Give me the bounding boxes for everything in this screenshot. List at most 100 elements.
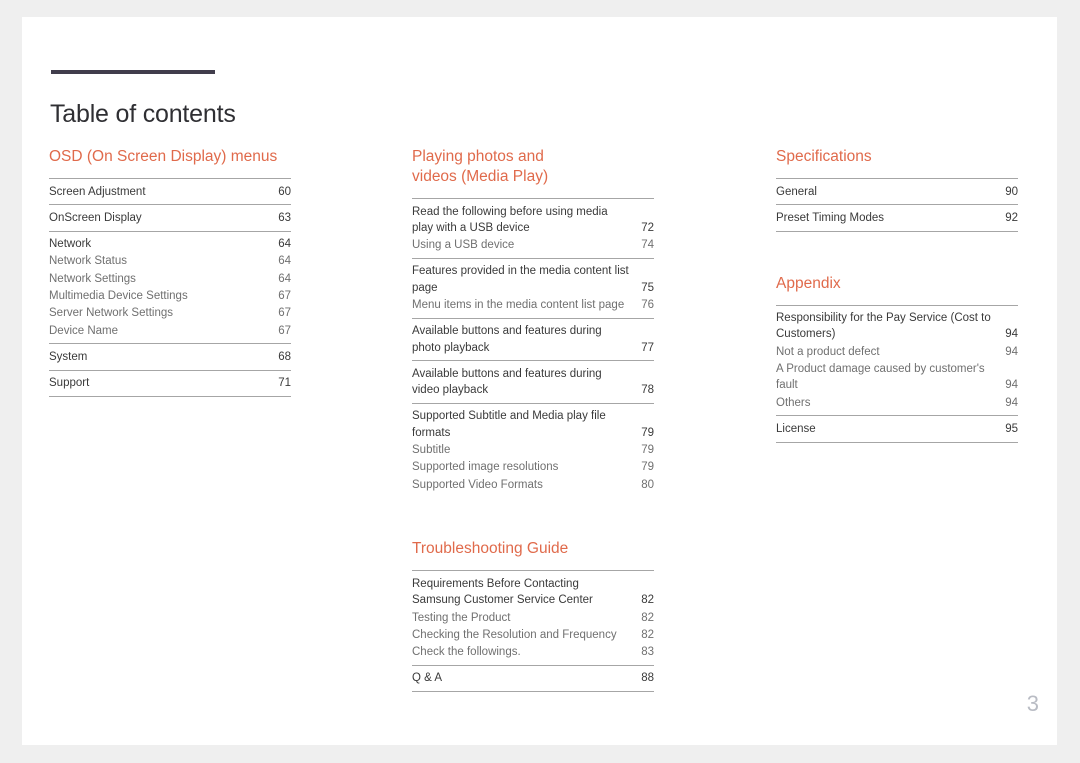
toc-entry-label: Available buttons and features during ph… bbox=[412, 325, 602, 354]
toc-entry-page-number: 94 bbox=[1005, 379, 1018, 392]
toc-entry-page-number: 72 bbox=[641, 221, 654, 234]
toc-entry-page-number: 67 bbox=[278, 289, 291, 302]
toc-entry-label: General bbox=[776, 185, 817, 198]
column-two: Playing photos and videos (Media Play) Re… bbox=[412, 147, 654, 693]
toc-entry[interactable]: OnScreen Display 63 bbox=[49, 209, 291, 226]
toc-entry[interactable]: Menu items in the media content list pag… bbox=[412, 296, 654, 313]
toc-entry-page-number: 64 bbox=[278, 255, 291, 268]
toc-entry[interactable]: Responsibility for the Pay Service (Cost… bbox=[776, 310, 1018, 344]
toc-group: System 68 bbox=[49, 343, 291, 369]
toc-entry[interactable]: Checking the Resolution and Frequency 82 bbox=[412, 626, 654, 643]
document-page: Table of contents OSD (On Screen Display… bbox=[22, 17, 1057, 745]
toc-entry[interactable]: Network Settings 64 bbox=[49, 270, 291, 287]
toc-entry-label: Checking the Resolution and Frequency bbox=[412, 628, 617, 641]
section-heading: Appendix bbox=[776, 274, 841, 292]
toc-entry-label: Available buttons and features during vi… bbox=[412, 367, 602, 397]
toc-entry-page-number: 77 bbox=[641, 341, 654, 354]
toc-entry[interactable]: Check the followings. 83 bbox=[412, 644, 654, 661]
toc-entry[interactable]: Testing the Product 82 bbox=[412, 609, 654, 626]
toc-entry-page-number: 79 bbox=[641, 444, 654, 457]
toc-entry-label: Device Name bbox=[49, 324, 119, 337]
toc-entry-label: Screen Adjustment bbox=[49, 185, 146, 198]
toc-entry-page-number: 79 bbox=[641, 461, 654, 474]
toc-entry[interactable]: Supported Video Formats 80 bbox=[412, 476, 654, 493]
toc-entry-page-number: 82 bbox=[641, 594, 654, 607]
toc-entry[interactable]: Features provided in the media content l… bbox=[412, 263, 654, 297]
toc-entry-label: Not a product defect bbox=[776, 345, 880, 358]
page-number: 3 bbox=[1026, 691, 1039, 716]
toc-entry-label: Others bbox=[776, 396, 811, 409]
toc-entry[interactable]: Available buttons and features during ph… bbox=[412, 323, 654, 357]
toc-entry[interactable]: Supported Subtitle and Media play file f… bbox=[412, 408, 654, 442]
toc-group: OnScreen Display 63 bbox=[49, 204, 291, 230]
toc-entry[interactable]: Requirements Before Contacting Samsung C… bbox=[412, 575, 654, 609]
toc-entry-page-number: 64 bbox=[278, 272, 291, 285]
toc-entry[interactable]: Server Network Settings 67 bbox=[49, 305, 291, 322]
toc-entry[interactable]: Screen Adjustment 60 bbox=[49, 183, 291, 200]
toc-entry-page-number: 94 bbox=[1005, 345, 1018, 358]
toc-entry[interactable]: Network 64 bbox=[49, 236, 291, 253]
toc-entry[interactable]: Support 71 bbox=[49, 375, 291, 392]
toc-entry[interactable]: Not a product defect 94 bbox=[776, 343, 1018, 360]
toc-entry[interactable]: System 68 bbox=[49, 348, 291, 365]
toc-entry-label: License bbox=[776, 422, 816, 435]
column-one: OSD (On Screen Display) menus Screen Adju… bbox=[49, 147, 291, 397]
toc-entry-page-number: 94 bbox=[1005, 396, 1018, 409]
toc-entry-label: Network Status bbox=[49, 255, 127, 268]
toc-entry-page-number: 88 bbox=[641, 672, 654, 685]
toc-entry-label: Supported Subtitle and Media play file f… bbox=[412, 410, 606, 439]
toc-entry-label: Network bbox=[49, 238, 92, 251]
toc-entry-page-number: 79 bbox=[641, 426, 654, 439]
toc-entry-page-number: 75 bbox=[641, 281, 654, 294]
toc-group: Requirements Before Contacting Samsung C… bbox=[412, 570, 654, 664]
toc-entry-page-number: 71 bbox=[278, 377, 291, 390]
toc-entry[interactable]: Network Status 64 bbox=[49, 253, 291, 270]
title-accent-rule bbox=[51, 70, 215, 74]
toc-entry-label: Network Settings bbox=[49, 272, 136, 285]
toc-group: Preset Timing Modes 92 bbox=[776, 204, 1018, 232]
toc-entry-page-number: 60 bbox=[278, 185, 291, 198]
toc-entry-page-number: 68 bbox=[278, 350, 291, 363]
toc-entry-page-number: 67 bbox=[278, 307, 291, 320]
toc-group: Network 64 Network Status 64 Network Setting… bbox=[49, 230, 291, 344]
toc-entry[interactable]: General 90 bbox=[776, 183, 1018, 200]
toc-entry-page-number: 67 bbox=[278, 324, 291, 337]
toc-entry-label: Multimedia Device Settings bbox=[49, 289, 188, 302]
toc-entry-page-number: 74 bbox=[641, 239, 654, 252]
toc-entry-label: Features provided in the media content l… bbox=[412, 265, 629, 294]
section-heading: OSD (On Screen Display) menus bbox=[49, 148, 278, 165]
toc-entry-page-number: 82 bbox=[641, 628, 654, 641]
toc-group: Responsibility for the Pay Service (Cost… bbox=[776, 304, 1018, 416]
toc-entry-page-number: 94 bbox=[1005, 328, 1018, 341]
toc-entry[interactable]: License 95 bbox=[776, 420, 1018, 437]
toc-entry[interactable]: Subtitle 79 bbox=[412, 442, 654, 459]
toc-entry-label: Supported Video Formats bbox=[412, 478, 543, 491]
toc-entry-label: Supported image resolutions bbox=[412, 461, 559, 474]
toc-entry[interactable]: Q & A 88 bbox=[412, 670, 654, 687]
toc-entry-label: Testing the Product bbox=[412, 611, 511, 624]
toc-group: License 95 bbox=[776, 415, 1018, 443]
toc-group: Available buttons and features during ph… bbox=[412, 317, 654, 361]
toc-entry[interactable]: Using a USB device 74 bbox=[412, 237, 654, 254]
toc-entry[interactable]: Preset Timing Modes 92 bbox=[776, 209, 1018, 226]
toc-group: Supported Subtitle and Media play file f… bbox=[412, 402, 654, 497]
toc-entry-page-number: 82 bbox=[641, 611, 654, 624]
section-heading: Playing photos and videos (Media Play) bbox=[412, 148, 549, 185]
toc-entry[interactable]: Multimedia Device Settings 67 bbox=[49, 287, 291, 304]
section-heading: Troubleshooting Guide bbox=[412, 540, 569, 558]
toc-entry-label: Using a USB device bbox=[412, 239, 515, 252]
toc-entry[interactable]: Others 94 bbox=[776, 394, 1018, 411]
toc-entry-label: Subtitle bbox=[412, 444, 451, 457]
toc-entry[interactable]: Supported image resolutions 79 bbox=[412, 459, 654, 476]
toc-entry-label: Server Network Settings bbox=[49, 307, 173, 320]
toc-entry-label: Responsibility for the Pay Service (Cost… bbox=[776, 312, 991, 341]
toc-entry[interactable]: Read the following before using media pl… bbox=[412, 203, 654, 237]
toc-entry-page-number: 63 bbox=[278, 211, 291, 224]
toc-entry[interactable]: Available buttons and features during vi… bbox=[412, 365, 654, 399]
toc-entry-page-number: 64 bbox=[278, 238, 291, 251]
toc-group: Screen Adjustment 60 bbox=[49, 178, 291, 204]
section-heading: Specifications bbox=[776, 148, 872, 165]
toc-entry[interactable]: A Product damage caused by customer's fa… bbox=[776, 360, 1018, 394]
toc-entry-page-number: 92 bbox=[1005, 211, 1018, 224]
toc-entry[interactable]: Device Name 67 bbox=[49, 322, 291, 339]
